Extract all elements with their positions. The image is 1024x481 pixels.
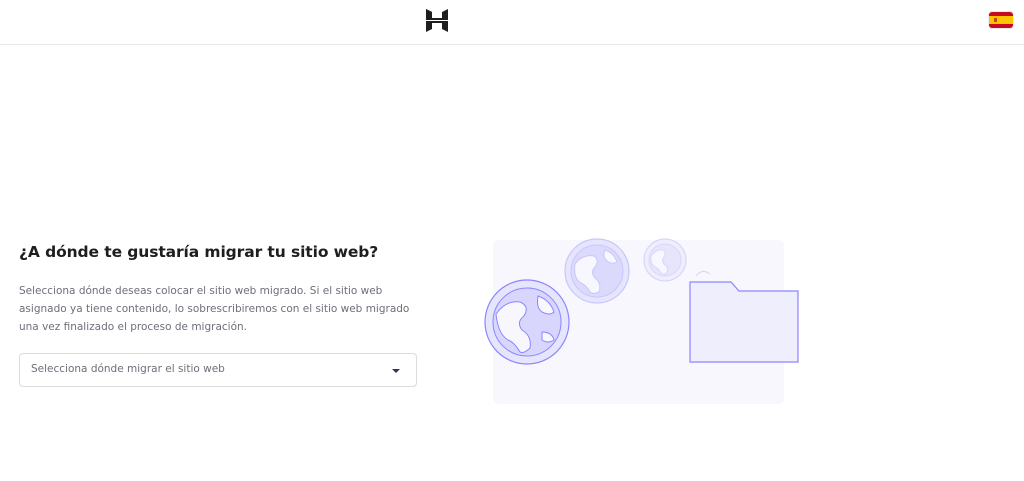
caret-down-icon[interactable] [392,369,400,373]
globe-icon [564,238,630,304]
migration-illustration [480,236,805,408]
destination-select-placeholder: Selecciona dónde migrar el sitio web [31,363,225,375]
language-selector-flag-icon[interactable] [989,12,1013,28]
page-description: Selecciona dónde deseas colocar el sitio… [19,285,410,333]
top-bar [0,0,1024,45]
destination-select[interactable]: Selecciona dónde migrar el sitio web [19,353,417,387]
page-title: ¿A dónde te gustaría migrar tu sitio web… [19,243,379,261]
globe-icon [484,279,570,365]
globe-icon [643,238,687,282]
migration-destination-section: ¿A dónde te gustaría migrar tu sitio web… [19,240,419,387]
hostinger-logo-icon[interactable] [426,9,448,32]
